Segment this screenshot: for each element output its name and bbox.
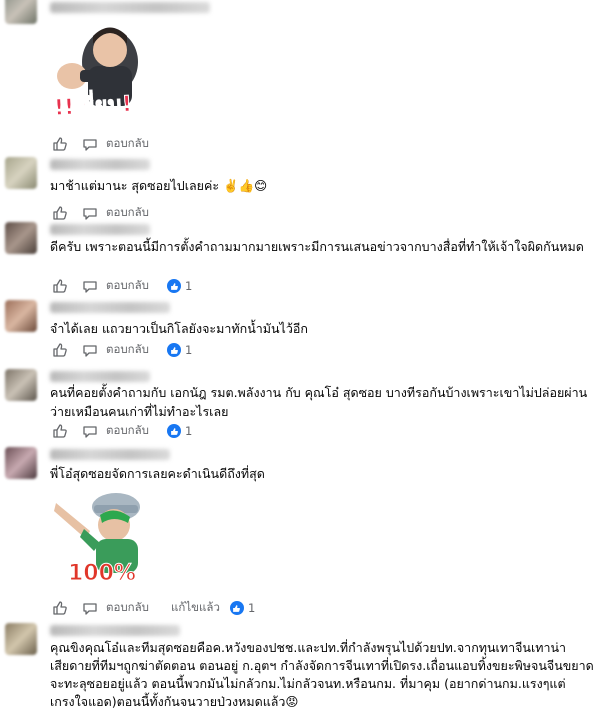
comment-actions: ตอบกลับ 1	[52, 340, 192, 360]
commenter-name[interactable]	[50, 625, 180, 636]
like-icon[interactable]	[52, 342, 68, 358]
reaction-count-value: 1	[185, 424, 193, 438]
comment-text: คนที่คอยตั้งคำถามกับ เอกนัฎ รมต.พลังงาน …	[50, 385, 588, 419]
reply-icon[interactable]	[82, 423, 98, 439]
reaction-count-value: 1	[185, 279, 193, 293]
comment-text: ดีครับ เพราะตอนนี้มีการตั้งคำถามมากมายเพ…	[50, 239, 584, 254]
commenter-name[interactable]	[50, 2, 210, 13]
reply-button[interactable]: ตอบกลับ	[106, 599, 149, 617]
reaction-count-value: 1	[247, 601, 256, 615]
edited-label[interactable]: แก้ไขแล้ว	[171, 599, 220, 617]
reaction-count[interactable]: 1	[167, 424, 192, 438]
like-icon[interactable]	[52, 136, 68, 152]
like-reaction-icon	[229, 601, 244, 615]
sticker-caption: !!เยี่ยม!	[53, 91, 133, 122]
reply-button[interactable]: ตอบกลับ	[106, 277, 149, 295]
comment-actions: ตอบกลับ 1	[52, 276, 192, 296]
comment-text: พี่โอ๋สุดซอยจัดการเลยคะดำเนินดีถึงที่สุด	[50, 466, 265, 481]
reply-button[interactable]: ตอบกลับ	[106, 204, 149, 222]
like-icon[interactable]	[52, 600, 68, 616]
commenter-name[interactable]	[50, 224, 150, 235]
like-reaction-icon	[167, 424, 181, 438]
avatar[interactable]	[5, 447, 37, 479]
comment-actions: ตอบกลับ 1	[52, 421, 192, 441]
comment-actions: ตอบกลับ	[52, 203, 149, 223]
like-icon[interactable]	[52, 423, 68, 439]
reply-icon[interactable]	[82, 205, 98, 221]
reply-button[interactable]: ตอบกลับ	[106, 135, 149, 153]
avatar[interactable]	[5, 623, 37, 655]
sticker-caption: 100%	[68, 561, 137, 587]
reaction-count-value: 1	[185, 343, 193, 357]
reaction-count[interactable]: 1	[167, 279, 192, 293]
reply-icon[interactable]	[82, 342, 98, 358]
like-reaction-icon	[167, 279, 181, 293]
like-icon[interactable]	[52, 278, 68, 294]
like-icon[interactable]	[52, 205, 68, 221]
avatar[interactable]	[5, 300, 37, 332]
comment-actions: ตอบกลับ แก้ไขแล้ว 1	[52, 598, 255, 618]
commenter-name[interactable]	[50, 449, 170, 460]
commenter-name[interactable]	[50, 371, 150, 382]
reply-icon[interactable]	[82, 136, 98, 152]
avatar[interactable]	[5, 157, 37, 189]
comment-text: มาช้าแต่มานะ สุดซอยไปเลยค่ะ ✌️👍😊	[50, 178, 268, 193]
avatar[interactable]	[5, 369, 37, 401]
comment-text: จำได้เลย แถวยาวเป็นกิโลยังจะมาทักน้ำมันไ…	[50, 321, 308, 336]
comment-text: คุณขิงคุณโอ๋และทีมสุดซอยคือค.หวังของปชช.…	[50, 640, 594, 709]
avatar[interactable]	[5, 222, 37, 254]
reply-icon[interactable]	[82, 600, 98, 616]
like-reaction-icon	[167, 343, 181, 357]
commenter-name[interactable]	[50, 159, 150, 170]
avatar[interactable]	[5, 0, 37, 24]
reply-icon[interactable]	[82, 278, 98, 294]
reaction-count[interactable]: 1	[167, 343, 192, 357]
comment-actions: ตอบกลับ	[52, 134, 149, 154]
reply-button[interactable]: ตอบกลับ	[106, 422, 149, 440]
reaction-count[interactable]: 1	[229, 601, 256, 615]
reply-button[interactable]: ตอบกลับ	[106, 341, 149, 359]
commenter-name[interactable]	[50, 302, 170, 313]
